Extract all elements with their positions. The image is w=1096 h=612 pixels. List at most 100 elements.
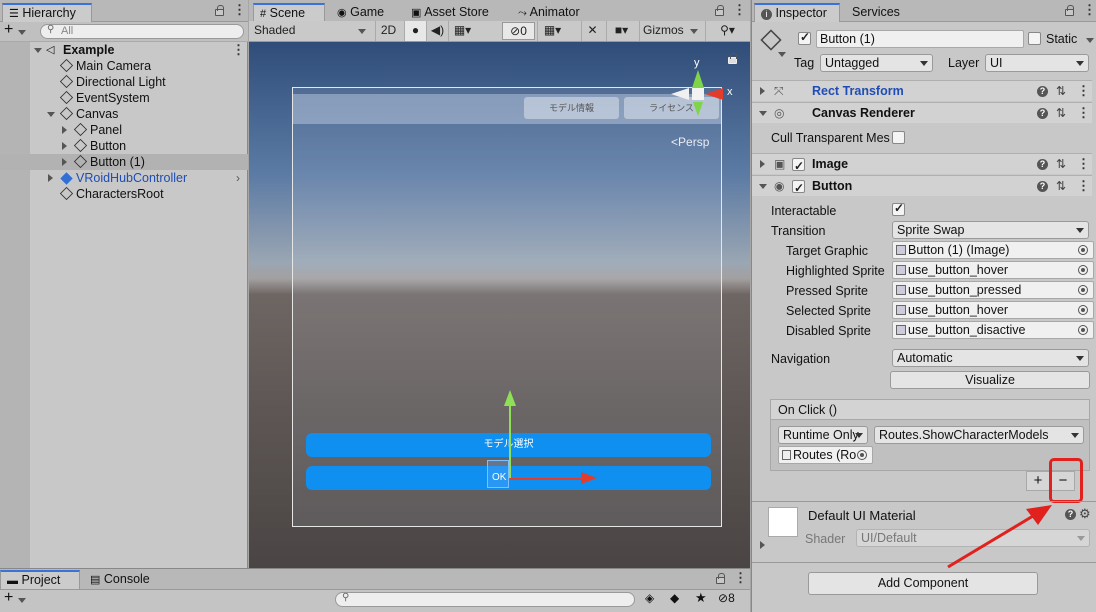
scene-viewport[interactable]: モデル情報 ライセンス <Persp y x モデル選択 OK	[249, 42, 750, 568]
more-options-icon[interactable]: ⋮	[233, 2, 246, 18]
hidden-packages-icon[interactable]: ⊘8	[718, 591, 735, 605]
tab-services[interactable]: Services	[846, 3, 906, 22]
tab-hierarchy[interactable]: ☰ Hierarchy	[2, 3, 92, 22]
more-options-icon[interactable]: ⋮	[734, 570, 747, 586]
pressed-sprite-field[interactable]: use_button_pressed	[892, 281, 1094, 299]
orientation-gizmo[interactable]: y x	[667, 57, 737, 128]
hierarchy-row-example[interactable]: ◁ Example ⋮	[0, 42, 248, 58]
collapse-arrow-icon[interactable]	[48, 174, 53, 182]
transition-dropdown[interactable]: Sprite Swap	[892, 221, 1089, 239]
persp-label[interactable]: <Persp	[671, 135, 709, 149]
help-icon[interactable]: ?	[1037, 108, 1048, 119]
scene-search-button[interactable]: ⚲▾	[705, 21, 749, 41]
camera-button[interactable]: ■▾	[606, 21, 636, 41]
component-options-icon[interactable]: ⋮	[1077, 103, 1090, 123]
preset-icon[interactable]: ⇅	[1056, 154, 1066, 174]
tab-animator[interactable]: ⤳ Animator	[512, 3, 586, 22]
toggle-2d-button[interactable]: 2D	[375, 21, 401, 41]
icon-dropdown-arrow[interactable]	[778, 52, 786, 57]
image-enabled-checkbox[interactable]	[792, 156, 805, 176]
star-icon[interactable]: ★	[695, 590, 707, 606]
add-icon[interactable]: +	[4, 589, 13, 607]
button-component-header[interactable]: ◉ Button ? ⇅ ⋮	[752, 175, 1092, 198]
interactable-checkbox[interactable]	[892, 201, 905, 216]
hierarchy-row-panel[interactable]: Panel	[0, 122, 248, 138]
component-options-icon[interactable]: ⋮	[1077, 176, 1090, 196]
expand-arrow-icon[interactable]	[34, 48, 42, 53]
button-enabled-checkbox[interactable]	[792, 178, 805, 198]
row-options-icon[interactable]: ⋮	[232, 42, 245, 58]
project-search-field[interactable]: ⚲	[335, 592, 635, 607]
tab-game[interactable]: ◉ Game	[331, 3, 390, 22]
rect-transform-header[interactable]: ⤧ Rect Transform ? ⇅ ⋮	[752, 80, 1092, 101]
hierarchy-search-field[interactable]: ⚲ All	[40, 24, 244, 39]
label-icon[interactable]: ◆	[670, 591, 679, 605]
target-graphic-field[interactable]: Button (1) (Image)	[892, 241, 1094, 259]
hierarchy-row-vroidhubcontroller[interactable]: VRoidHubController ›	[0, 170, 248, 186]
preset-icon[interactable]: ⇅	[1056, 81, 1066, 101]
tab-asset-store[interactable]: ▣ Asset Store	[405, 3, 495, 22]
add-component-button[interactable]: Add Component	[808, 572, 1038, 595]
component-options-icon[interactable]: ⋮	[1077, 154, 1090, 174]
material-expand-arrow-icon[interactable]	[760, 541, 765, 549]
effects-toggle-button[interactable]: ▦▾	[448, 21, 476, 41]
collapse-arrow-icon[interactable]	[62, 126, 67, 134]
event-target-object-field[interactable]: Routes (Ro	[778, 446, 873, 464]
object-picker-icon[interactable]	[857, 450, 867, 460]
move-handle-x[interactable]	[510, 478, 582, 480]
tab-project[interactable]: ▬ Project	[0, 570, 80, 589]
highlighted-sprite-field[interactable]: use_button_hover	[892, 261, 1094, 279]
help-icon[interactable]: ?	[1065, 509, 1076, 520]
collapse-arrow-icon[interactable]	[62, 142, 67, 150]
tools-button[interactable]: ✕	[581, 21, 603, 41]
navigation-dropdown[interactable]: Automatic	[892, 349, 1089, 367]
scene-visibility-button[interactable]: ⊘0	[502, 22, 535, 40]
gear-icon[interactable]: ⚙	[1079, 506, 1091, 522]
help-icon[interactable]: ?	[1037, 159, 1048, 170]
selected-sprite-field[interactable]: use_button_hover	[892, 301, 1094, 319]
runtime-only-dropdown[interactable]: Runtime Only	[778, 426, 868, 444]
layer-dropdown[interactable]: UI	[985, 54, 1089, 72]
disabled-sprite-field[interactable]: use_button_disactive	[892, 321, 1094, 339]
collapse-arrow-icon[interactable]	[62, 158, 67, 166]
material-preview[interactable]	[768, 507, 798, 537]
canvas-renderer-header[interactable]: ◎ Canvas Renderer ? ⇅ ⋮	[752, 102, 1092, 123]
hierarchy-row-charactersroot[interactable]: CharactersRoot	[0, 186, 248, 202]
move-handle-x-arrow[interactable]	[581, 472, 597, 484]
gizmos-dropdown[interactable]: Gizmos	[639, 21, 701, 41]
hierarchy-row-button-1[interactable]: Button (1)	[0, 154, 248, 170]
add-dropdown-icon[interactable]	[18, 30, 26, 35]
object-picker-icon[interactable]	[1078, 245, 1088, 255]
add-dropdown-icon[interactable]	[18, 598, 26, 603]
cull-transparent-checkbox[interactable]	[892, 131, 905, 144]
onclick-add-button[interactable]: +	[1026, 471, 1050, 491]
add-icon[interactable]: +	[4, 21, 13, 39]
static-checkbox[interactable]	[1028, 32, 1041, 45]
move-handle-y[interactable]	[509, 404, 511, 478]
move-handle-y-arrow[interactable]	[504, 390, 516, 406]
object-picker-icon[interactable]	[1078, 305, 1088, 315]
static-dropdown-icon[interactable]	[1086, 38, 1094, 43]
lighting-toggle-button[interactable]: ●	[404, 21, 426, 41]
hierarchy-row-button[interactable]: Button	[0, 138, 248, 154]
function-dropdown[interactable]: Routes.ShowCharacterModels	[874, 426, 1084, 444]
component-options-icon[interactable]: ⋮	[1077, 81, 1090, 101]
chevron-right-icon[interactable]: ›	[236, 170, 240, 186]
active-checkbox[interactable]	[798, 30, 811, 45]
image-header[interactable]: ▣ Image ? ⇅ ⋮	[752, 153, 1092, 176]
object-picker-icon[interactable]	[1078, 265, 1088, 275]
lock-icon[interactable]	[215, 5, 224, 16]
filter-type-icon[interactable]: ◈	[645, 591, 654, 605]
more-options-icon[interactable]: ⋮	[733, 2, 746, 18]
hierarchy-row-directional-light[interactable]: Directional Light	[0, 74, 248, 90]
tab-inspector[interactable]: i Inspector	[754, 3, 840, 22]
hierarchy-row-canvas[interactable]: Canvas	[0, 106, 248, 122]
hierarchy-row-eventsystem[interactable]: EventSystem	[0, 90, 248, 106]
audio-toggle-button[interactable]: ◀)	[426, 21, 448, 41]
tab-console[interactable]: ▤ Console	[84, 570, 156, 589]
canvas-tab-model-info[interactable]: モデル情報	[524, 97, 619, 119]
preset-icon[interactable]: ⇅	[1056, 176, 1066, 196]
object-name-field[interactable]: Button (1)	[816, 30, 1024, 48]
more-options-icon[interactable]: ⋮	[1083, 2, 1096, 18]
lock-icon[interactable]	[1065, 5, 1074, 16]
